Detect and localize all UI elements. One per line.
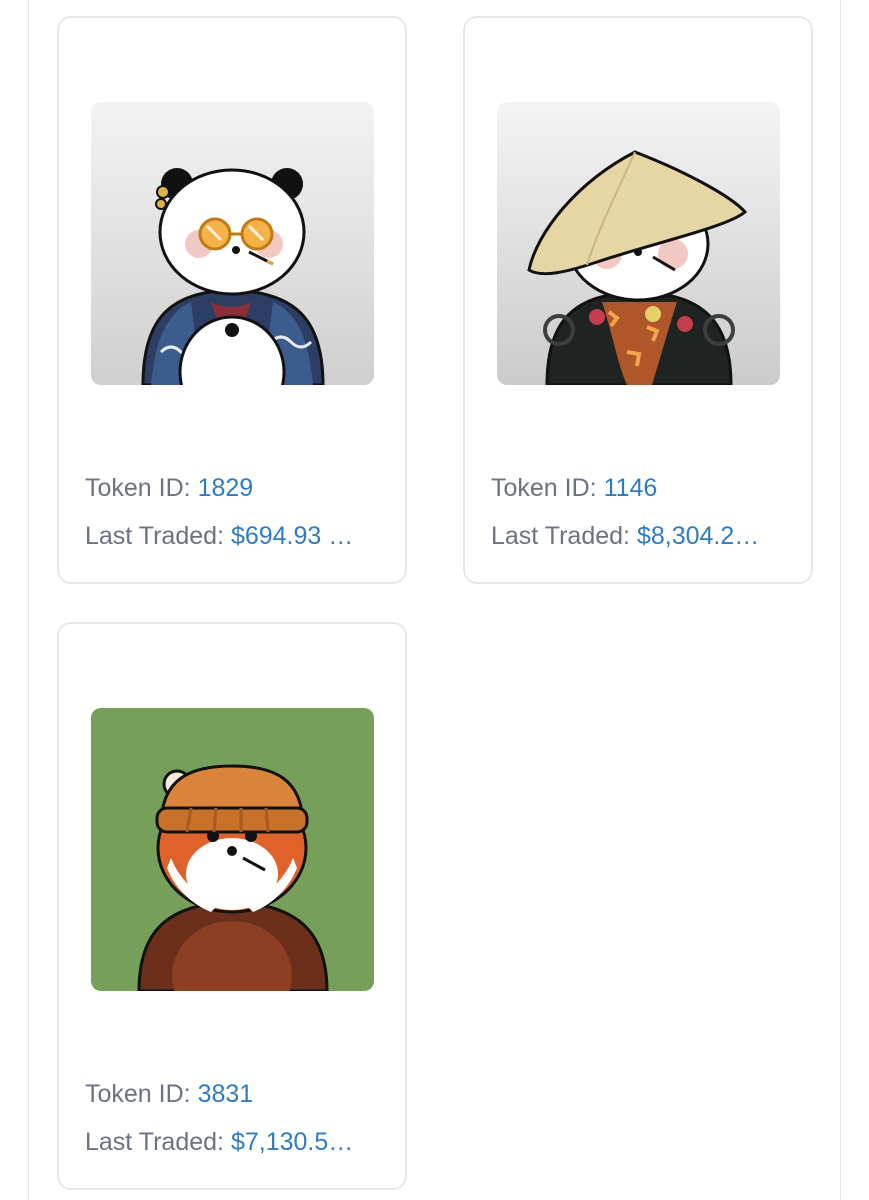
token-id-row: Token ID: 1829 [85,474,253,503]
nft-grid: Token ID: 1829 Last Traded: $694.93 … To… [0,0,869,1200]
last-traded-row: Last Traded: $7,130.5… [85,1128,353,1157]
nft-card-3831[interactable]: Token ID: 3831 Last Traded: $7,130.5… [57,622,407,1190]
red-panda-illustration [91,708,374,991]
token-id-value[interactable]: 1829 [198,474,254,502]
nft-card-1829[interactable]: Token ID: 1829 Last Traded: $694.93 … [57,16,407,584]
last-traded-row: Last Traded: $694.93 … [85,522,353,551]
last-traded-value[interactable]: $7,130.5… [231,1128,353,1156]
last-traded-value[interactable]: $8,304.2… [637,522,759,550]
token-id-label: Token ID: [85,474,198,502]
frame-divider-right [840,0,841,1200]
nft-image-red-panda[interactable] [91,708,374,991]
token-id-value[interactable]: 3831 [198,1080,254,1108]
last-traded-label: Last Traded: [85,1128,231,1156]
panda-sunglasses-illustration [91,102,374,385]
last-traded-label: Last Traded: [85,522,231,550]
last-traded-row: Last Traded: $8,304.2… [491,522,759,551]
token-id-row: Token ID: 3831 [85,1080,253,1109]
frame-divider-left [28,0,29,1200]
panda-straw-hat-illustration [497,102,780,385]
nft-image-panda-straw-hat[interactable] [497,102,780,385]
last-traded-value[interactable]: $694.93 … [231,522,353,550]
last-traded-label: Last Traded: [491,522,637,550]
token-id-value[interactable]: 1146 [604,474,658,502]
token-id-row: Token ID: 1146 [491,474,657,503]
token-id-label: Token ID: [85,1080,198,1108]
nft-card-1146[interactable]: Token ID: 1146 Last Traded: $8,304.2… [463,16,813,584]
nft-image-panda-sunglasses[interactable] [91,102,374,385]
token-id-label: Token ID: [491,474,604,502]
